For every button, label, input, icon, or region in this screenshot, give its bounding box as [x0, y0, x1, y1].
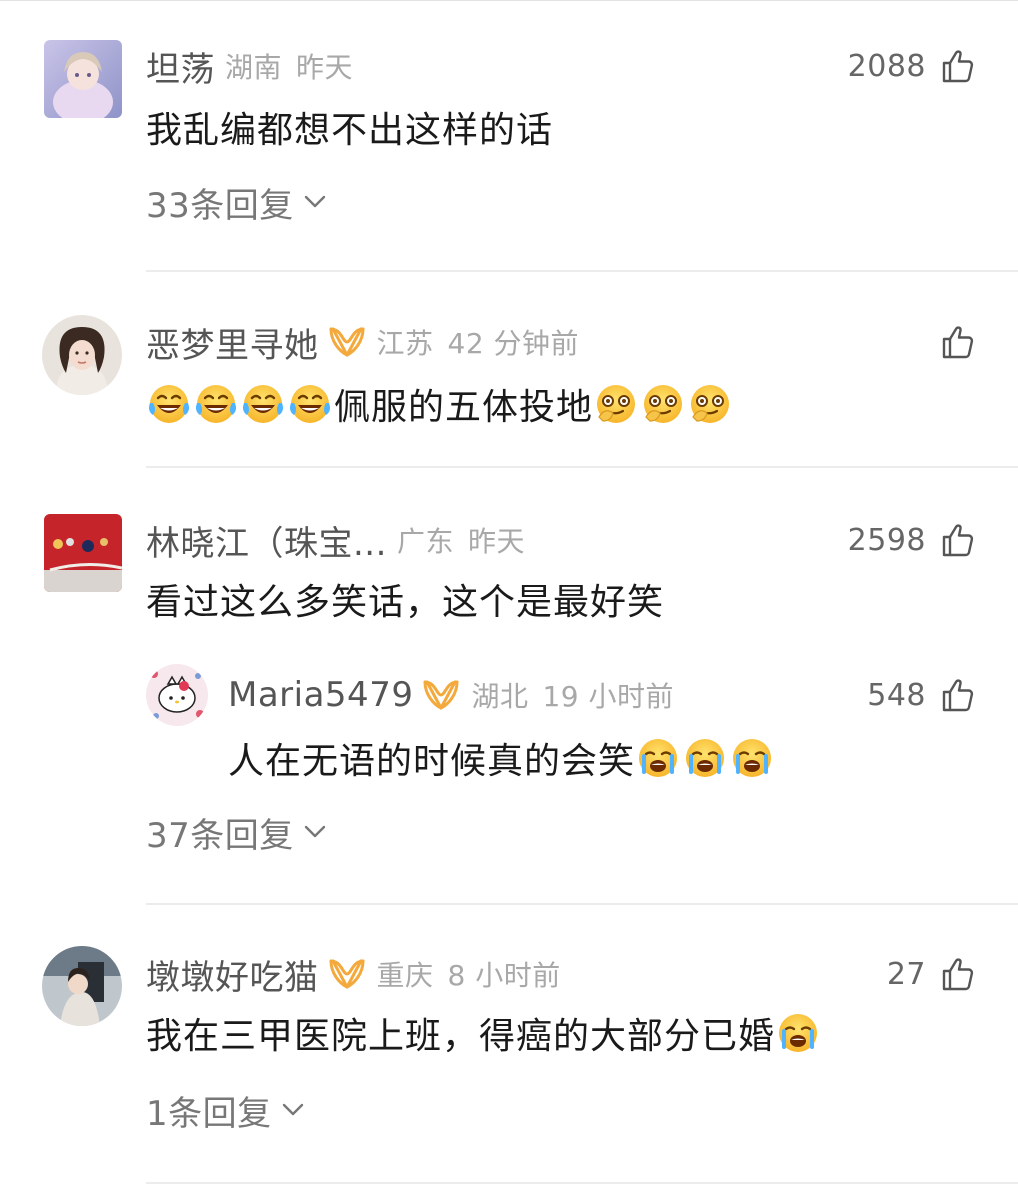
divider [146, 466, 1018, 468]
timestamp: 昨天 [467, 525, 525, 558]
username[interactable]: 恶梦里寻她 [146, 318, 319, 367]
avatar[interactable] [42, 946, 122, 1026]
like-button[interactable]: 2088 [848, 44, 976, 88]
username[interactable]: Maria5479 [228, 675, 413, 715]
sob-laugh-emoji-icon [729, 735, 775, 781]
laugh-cry-emoji-icon [146, 381, 192, 427]
location: 湖北 [471, 680, 529, 713]
like-button[interactable]: 27 [887, 952, 976, 996]
timestamp: 8 小时前 [447, 959, 561, 992]
comment-meta: 湖南 昨天 [225, 46, 353, 86]
username[interactable]: 林晓江（珠宝... [146, 516, 387, 565]
comment-meta: 湖北 19 小时前 [471, 675, 674, 715]
comment-text: 我乱编都想不出这样的话 [146, 104, 554, 151]
location: 江苏 [376, 327, 434, 360]
thumbs-up-icon[interactable] [940, 48, 976, 84]
chevron-down-icon [282, 1103, 304, 1117]
comment-meta: 广东 昨天 [397, 520, 525, 560]
reply-header: Maria5479 湖北 19 小时前 [228, 673, 674, 717]
monocle-emoji-icon [687, 381, 733, 427]
comment-header: 恶梦里寻她 江苏 42 分钟前 [146, 318, 580, 367]
replies-label: 33条回复 [146, 185, 294, 226]
monocle-emoji-icon [593, 381, 639, 427]
avatar[interactable] [44, 514, 122, 592]
comment-body: 我在三甲医院上班，得癌的大部分已婚 [146, 1016, 776, 1057]
like-count: 27 [886, 956, 926, 992]
comment-meta: 江苏 42 分钟前 [377, 322, 580, 362]
view-replies-button[interactable]: 33条回复 [146, 180, 326, 226]
comment-body: 佩服的五体投地 [334, 387, 594, 428]
monocle-emoji-icon [640, 381, 686, 427]
chevron-down-icon [304, 825, 326, 839]
location: 湖南 [225, 51, 283, 84]
comment-text: 佩服的五体投地 [146, 381, 734, 428]
view-replies-button[interactable]: 1条回复 [146, 1088, 304, 1134]
like-button[interactable]: 548 [867, 673, 976, 717]
like-count: 2088 [847, 48, 926, 84]
comment-body: 看过这么多笑话，这个是最好笑 [146, 582, 665, 623]
username[interactable]: 坦荡 [146, 42, 215, 91]
divider [146, 270, 1018, 272]
divider [146, 903, 1018, 905]
thumbs-up-icon[interactable] [940, 324, 976, 360]
avatar[interactable] [146, 664, 208, 726]
thumbs-up-icon[interactable] [940, 522, 976, 558]
timestamp: 昨天 [296, 51, 354, 84]
replies-label: 37条回复 [146, 815, 294, 856]
like-count: 548 [867, 677, 926, 713]
like-button[interactable]: 2598 [848, 518, 976, 562]
view-replies-button[interactable]: 37条回复 [146, 810, 326, 856]
reply-body: 人在无语的时候真的会笑 [228, 741, 636, 782]
comment-text: 我在三甲医院上班，得癌的大部分已婚 [146, 1010, 822, 1057]
divider [146, 1182, 1018, 1184]
timestamp: 42 分钟前 [447, 327, 580, 360]
sob-laugh-emoji-icon [775, 1010, 821, 1056]
comment-header: 坦荡 湖南 昨天 [146, 42, 353, 91]
laugh-cry-emoji-icon [193, 381, 239, 427]
replies-label: 1条回复 [146, 1093, 272, 1134]
location: 广东 [396, 525, 454, 558]
laugh-cry-emoji-icon [287, 381, 333, 427]
sob-laugh-emoji-icon [682, 735, 728, 781]
avatar[interactable] [42, 315, 122, 395]
reply-text: 人在无语的时候真的会笑 [228, 735, 776, 782]
username[interactable]: 墩墩好吃猫 [146, 950, 319, 999]
thumbs-up-icon[interactable] [940, 956, 976, 992]
like-button[interactable] [926, 320, 976, 364]
comment-body: 我乱编都想不出这样的话 [146, 110, 554, 151]
like-count: 2598 [847, 522, 926, 558]
chevron-down-icon [304, 195, 326, 209]
comment-text: 看过这么多笑话，这个是最好笑 [146, 576, 665, 623]
comment-meta: 重庆 8 小时前 [377, 954, 561, 994]
laugh-cry-emoji-icon [240, 381, 286, 427]
comment-header: 林晓江（珠宝... 广东 昨天 [146, 516, 525, 565]
location: 重庆 [376, 959, 434, 992]
thumbs-up-icon[interactable] [940, 677, 976, 713]
timestamp: 19 小时前 [542, 680, 675, 713]
comment-header: 墩墩好吃猫 重庆 8 小时前 [146, 950, 561, 999]
avatar[interactable] [44, 40, 122, 118]
sob-laugh-emoji-icon [635, 735, 681, 781]
vip-badge-icon [327, 957, 367, 991]
vip-badge-icon [327, 325, 367, 359]
vip-badge-icon [421, 678, 461, 712]
top-divider [0, 0, 1018, 1]
